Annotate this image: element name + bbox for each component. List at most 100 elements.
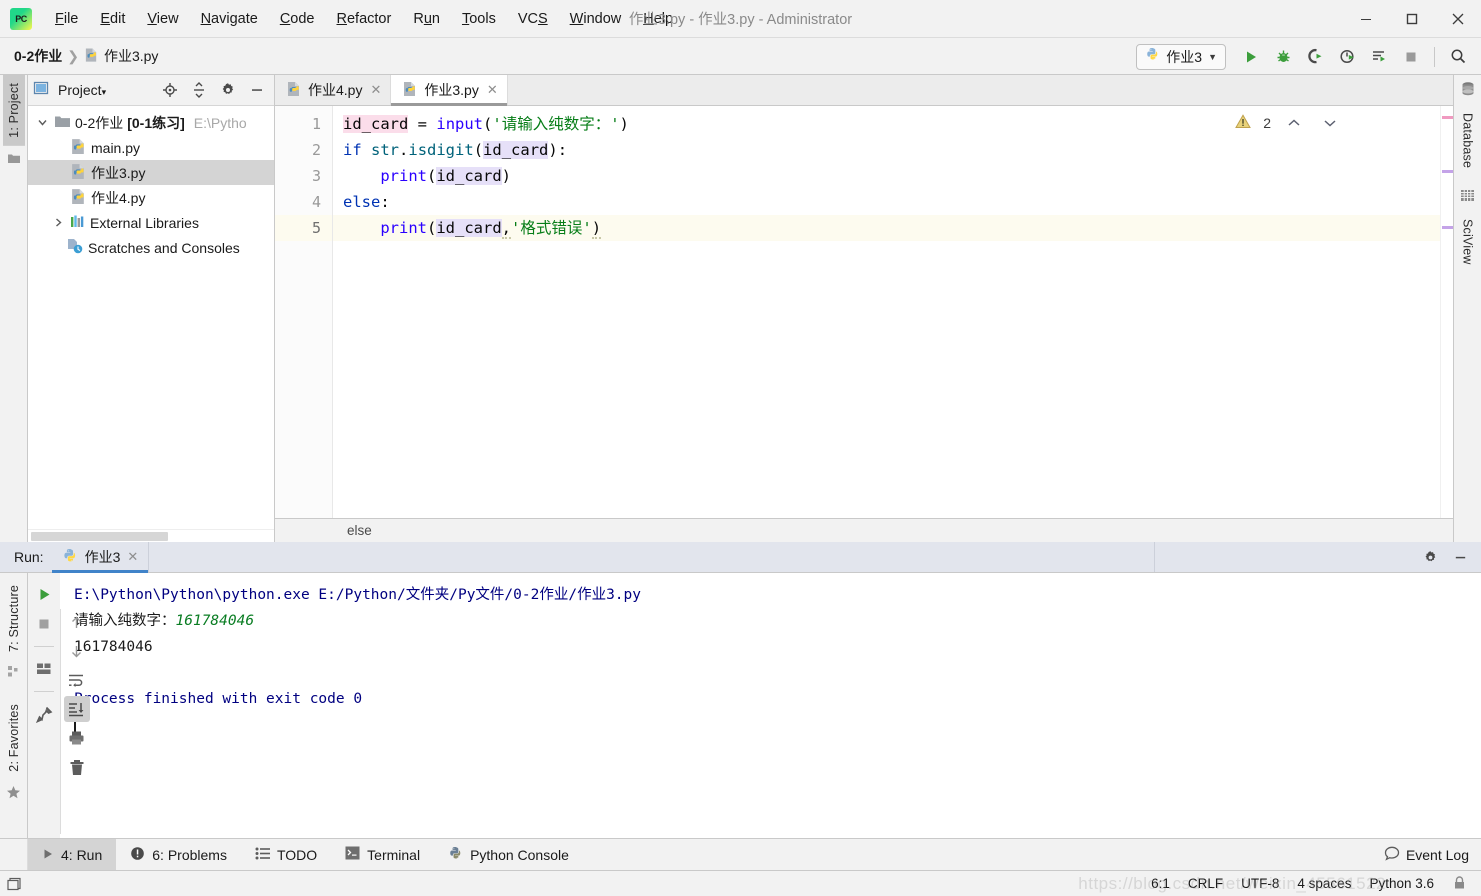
tree-node-external-libraries[interactable]: External Libraries	[28, 210, 274, 235]
menu-file[interactable]: File	[44, 7, 89, 31]
folder-icon[interactable]	[7, 151, 21, 170]
close-icon[interactable]	[1435, 0, 1481, 38]
navigation-bar: 0-2作业 ❯ 作业3.py 作业3 ▼	[0, 38, 1481, 75]
menu-code[interactable]: Code	[269, 7, 326, 31]
breadcrumb-item-file[interactable]: 作业3.py	[84, 46, 158, 66]
marker-read-occurrence	[1442, 170, 1453, 173]
star-icon[interactable]	[6, 785, 21, 805]
menu-view[interactable]: View	[136, 7, 189, 31]
bottom-tab-problems[interactable]: 6: Problems	[116, 839, 241, 870]
trash-icon[interactable]	[64, 754, 90, 780]
sciview-grid-icon[interactable]	[1460, 188, 1475, 208]
menu-run[interactable]: Run	[402, 7, 451, 31]
prev-problem-button[interactable]	[1281, 115, 1307, 132]
run-tab-zuoye3[interactable]: 作业3 ✕	[51, 542, 149, 573]
run-button[interactable]	[1236, 42, 1266, 72]
maximize-icon[interactable]	[1389, 0, 1435, 38]
bottom-tab-python-console[interactable]: Python Console	[434, 839, 583, 870]
scroll-to-end-button[interactable]	[63, 696, 90, 722]
layout-button[interactable]	[31, 656, 57, 682]
tree-node-zuoye4-py[interactable]: 作业4.py	[28, 185, 274, 210]
editor-tab-zuoye3[interactable]: 作业3.py ✕	[391, 75, 508, 106]
console-exit-message: Process finished with exit code 0	[74, 691, 363, 707]
bottom-tab-todo[interactable]: TODO	[241, 839, 331, 870]
tool-window-project[interactable]: 1: Project	[2, 75, 25, 146]
tool-window-sciview[interactable]: SciView	[1457, 211, 1479, 273]
next-occurrence-button[interactable]	[64, 638, 90, 664]
hide-icon[interactable]	[1449, 546, 1471, 568]
search-everywhere-button[interactable]	[1443, 42, 1473, 72]
menu-window[interactable]: Window	[559, 7, 633, 31]
status-line-separator[interactable]: CRLF	[1179, 876, 1232, 891]
chevron-down-icon[interactable]	[34, 117, 50, 128]
status-encoding[interactable]: UTF-8	[1232, 876, 1288, 891]
editor-marker-scrollbar[interactable]	[1440, 106, 1453, 518]
tree-node-zuoye3-py[interactable]: 作业3.py	[28, 160, 274, 185]
run-config-name: 作业3	[1166, 48, 1203, 65]
profile-button[interactable]	[1332, 42, 1362, 72]
status-indent[interactable]: 4 spaces	[1288, 876, 1360, 891]
warning-count: 2	[1263, 115, 1271, 131]
soft-wrap-button[interactable]	[64, 667, 90, 693]
tree-node-project-root[interactable]: 0-2作业 [0-1练习] E:\Pytho	[28, 110, 274, 135]
menu-navigate[interactable]: Navigate	[190, 7, 269, 31]
console-caret	[74, 712, 1481, 738]
editor-tab-zuoye4[interactable]: 作业4.py ✕	[275, 75, 392, 105]
gear-icon[interactable]	[1419, 546, 1441, 568]
tool-window-database[interactable]: Database	[1457, 105, 1479, 176]
menu-tools[interactable]: Tools	[451, 7, 507, 31]
menu-vcs[interactable]: VCS	[507, 7, 559, 31]
menu-help[interactable]: Help	[632, 7, 684, 31]
run-with-coverage-button[interactable]	[1300, 42, 1330, 72]
line-number-gutter[interactable]: 1 2 3 4 5	[275, 106, 333, 518]
chevron-right-icon[interactable]	[50, 217, 66, 228]
collapse-all-icon[interactable]	[187, 78, 211, 102]
close-icon[interactable]: ✕	[487, 82, 498, 98]
code-text-area[interactable]: id_card = input('请输入纯数字：') if str.isdigi…	[333, 106, 1440, 518]
tree-node-main-py[interactable]: main.py	[28, 135, 274, 160]
inspection-widget[interactable]: 2	[1235, 114, 1343, 132]
hide-icon[interactable]	[245, 78, 269, 102]
stop-process-button[interactable]	[31, 611, 57, 637]
scrollbar-thumb[interactable]	[31, 532, 168, 541]
stop-button[interactable]	[1396, 42, 1426, 72]
breadcrumb-item-project[interactable]: 0-2作业	[14, 46, 62, 66]
gear-icon[interactable]	[216, 78, 240, 102]
debug-button[interactable]	[1268, 42, 1298, 72]
menu-edit[interactable]: Edit	[89, 7, 136, 31]
toggle-tool-windows-icon[interactable]	[0, 876, 28, 892]
tool-window-structure[interactable]: 7: Structure	[3, 577, 25, 660]
prev-occurrence-button[interactable]	[64, 609, 90, 635]
project-horizontal-scrollbar[interactable]	[28, 529, 274, 542]
lock-icon[interactable]	[1443, 875, 1481, 893]
editor-breadcrumb[interactable]: else	[347, 523, 372, 538]
bottom-tab-label: TODO	[276, 846, 318, 863]
minimize-icon[interactable]	[1343, 0, 1389, 38]
run-header-filler-1	[148, 542, 1154, 572]
run-configuration-selector[interactable]: 作业3 ▼	[1136, 43, 1226, 70]
close-icon[interactable]: ✕	[370, 82, 381, 98]
menu-refactor[interactable]: Refactor	[326, 7, 403, 31]
code-editor[interactable]: 1 2 3 4 5 id_card = input('请输入纯数字：') if …	[275, 106, 1453, 518]
bottom-tab-terminal[interactable]: Terminal	[331, 839, 434, 870]
close-icon[interactable]: ✕	[127, 549, 138, 565]
printer-icon[interactable]	[64, 725, 90, 751]
run-tests-button[interactable]	[1364, 42, 1394, 72]
status-caret-position[interactable]: 6:1	[1142, 876, 1179, 891]
tool-window-favorites[interactable]: 2: Favorites	[3, 696, 25, 780]
status-interpreter[interactable]: Python 3.6	[1360, 876, 1443, 891]
pin-tab-button[interactable]	[31, 701, 57, 727]
rerun-button[interactable]	[31, 581, 57, 607]
tree-node-scratches-consoles[interactable]: Scratches and Consoles	[28, 235, 274, 260]
bottom-tab-label: Terminal	[367, 846, 421, 863]
event-log-label: Event Log	[1405, 846, 1469, 863]
database-icon[interactable]	[1460, 81, 1476, 102]
tree-node-label: 0-2作业	[75, 114, 124, 131]
locate-icon[interactable]	[158, 78, 182, 102]
structure-icon[interactable]	[7, 665, 20, 683]
event-log-button[interactable]: Event Log	[1384, 839, 1481, 870]
run-console-output[interactable]: E:\Python\Python\python.exe E:/Python/文件…	[60, 573, 1481, 838]
tree-node-label: main.py	[91, 139, 141, 156]
next-problem-button[interactable]	[1317, 115, 1343, 132]
python-file-icon	[70, 138, 87, 158]
